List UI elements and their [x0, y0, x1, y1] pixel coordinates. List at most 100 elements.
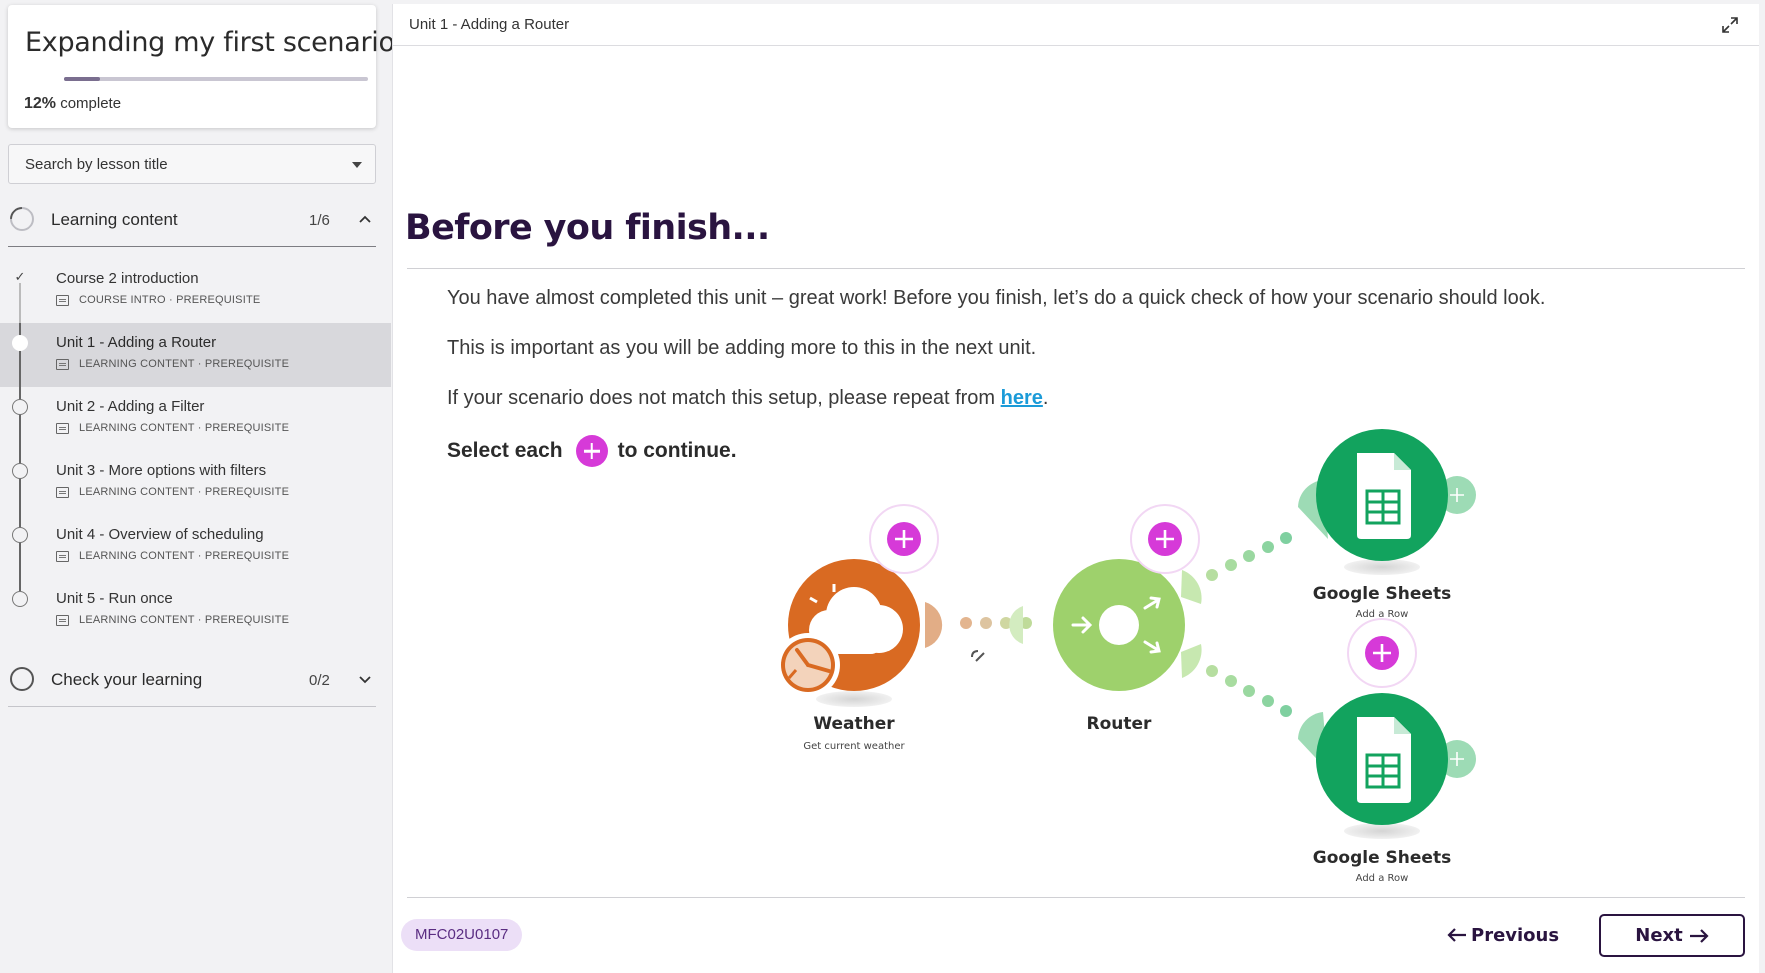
- arrow-right-icon: [1689, 928, 1709, 943]
- content-topbar: Unit 1 - Adding a Router: [393, 4, 1759, 46]
- page-heading: Before you finish...: [405, 208, 770, 248]
- connector-router-sheets-top: [1206, 532, 1292, 581]
- timeline-connector: [19, 451, 21, 515]
- repeat-text-end: .: [1042, 387, 1049, 409]
- footer-divider: [407, 897, 1745, 898]
- lesson-content-panel: Unit 1 - Adding a Router Before you fini…: [392, 4, 1759, 973]
- lesson-meta: LEARNING CONTENT · PREREQUISITE: [56, 358, 289, 370]
- course-sidebar: Expanding my first scenario 12% complete…: [0, 0, 395, 973]
- timeline-connector: [19, 323, 21, 387]
- course-title: Expanding my first scenario: [25, 27, 395, 58]
- timeline-connector: [19, 515, 21, 579]
- google-sheets-module-bottom: [1298, 693, 1476, 839]
- checkmark-icon: ✓: [14, 269, 26, 284]
- scenario-diagram: Weather Get current weather Router Googl…: [776, 429, 1476, 884]
- progress-ring-icon: [5, 202, 39, 236]
- repeat-link[interactable]: here: [1001, 387, 1043, 409]
- lesson-dot-icon: [12, 591, 28, 607]
- router-module: [1009, 559, 1202, 691]
- repeat-text: If your scenario does not match this set…: [447, 387, 1001, 409]
- timeline-connector: [19, 283, 21, 323]
- lesson-meta-text: LEARNING CONTENT · PREREQUISITE: [79, 550, 290, 562]
- expand-icon[interactable]: [1721, 16, 1739, 34]
- lesson-meta: LEARNING CONTENT · PREREQUISITE: [56, 550, 289, 562]
- chevron-down-icon: [359, 676, 371, 684]
- lesson-list: ✓ Course 2 introduction COURSE INTRO · P…: [0, 259, 391, 643]
- progress-bar-fill: [64, 77, 101, 81]
- lesson-title: Unit 4 - Overview of scheduling: [56, 526, 264, 543]
- unit-label: Unit 1 - Adding a Router: [409, 16, 570, 33]
- lesson-item-unit-1[interactable]: Unit 1 - Adding a Router LEARNING CONTEN…: [0, 323, 391, 387]
- lesson-title: Course 2 introduction: [56, 270, 199, 287]
- progress-text: 12% complete: [24, 95, 121, 113]
- sheets-plus-hotspot[interactable]: [1347, 618, 1417, 688]
- section-learning-content[interactable]: Learning content 1/6: [5, 196, 376, 242]
- lesson-meta-text: LEARNING CONTENT · PREREQUISITE: [79, 422, 290, 434]
- progress-percent: 12%: [24, 95, 57, 112]
- heading-divider: [407, 268, 1745, 269]
- timeline-connector: [19, 387, 21, 451]
- chevron-up-icon: [359, 215, 371, 223]
- lesson-dot-icon: [12, 463, 28, 479]
- caret-down-icon: [352, 162, 362, 168]
- section-count: 1/6: [309, 212, 330, 229]
- lesson-meta: LEARNING CONTENT · PREREQUISITE: [56, 486, 289, 498]
- note-paragraph: This is important as you will be adding …: [447, 337, 1037, 359]
- previous-label: Previous: [1471, 924, 1560, 946]
- lesson-dot-icon: [12, 399, 28, 415]
- weather-label: Weather: [813, 714, 895, 734]
- course-progress-card: Expanding my first scenario 12% complete: [8, 5, 395, 128]
- lesson-search-select[interactable]: Search by lesson title: [8, 144, 376, 184]
- section-divider: [8, 706, 376, 707]
- lesson-meta: COURSE INTRO · PREREQUISITE: [56, 294, 260, 306]
- lesson-meta-text: LEARNING CONTENT · PREREQUISITE: [79, 614, 290, 626]
- lesson-meta: LEARNING CONTENT · PREREQUISITE: [56, 422, 289, 434]
- lesson-meta-text: COURSE INTRO · PREREQUISITE: [79, 294, 261, 306]
- connector-router-sheets-bottom: [1206, 665, 1292, 717]
- lesson-title: Unit 2 - Adding a Filter: [56, 398, 205, 415]
- lesson-item-unit-4[interactable]: Unit 4 - Overview of scheduling LEARNING…: [0, 515, 391, 579]
- section-divider: [8, 246, 376, 247]
- document-icon: [56, 294, 69, 306]
- next-button[interactable]: Next: [1599, 914, 1745, 957]
- router-plus-hotspot[interactable]: [1130, 504, 1200, 574]
- intro-paragraph: You have almost completed this unit – gr…: [447, 287, 1546, 309]
- lesson-search-placeholder: Search by lesson title: [25, 156, 168, 173]
- repeat-paragraph: If your scenario does not match this set…: [447, 387, 1048, 410]
- screen-icon: [56, 486, 69, 498]
- wrench-icon: [971, 650, 985, 662]
- previous-button[interactable]: Previous: [1447, 918, 1559, 952]
- instruction-line: Select each to continue.: [447, 435, 737, 467]
- section-check-your-learning[interactable]: Check your learning 0/2: [8, 656, 376, 702]
- lesson-meta: LEARNING CONTENT · PREREQUISITE: [56, 614, 289, 626]
- lesson-title: Unit 3 - More options with filters: [56, 462, 267, 479]
- lesson-meta-text: LEARNING CONTENT · PREREQUISITE: [79, 486, 290, 498]
- lesson-dot-icon: [12, 527, 28, 543]
- lesson-meta-text: LEARNING CONTENT · PREREQUISITE: [79, 358, 290, 370]
- weather-sublabel: Get current weather: [803, 741, 905, 752]
- weather-module: [776, 559, 943, 707]
- progress-suffix: complete: [60, 95, 122, 112]
- screen-icon: [56, 550, 69, 562]
- section-title: Check your learning: [51, 670, 203, 689]
- google-sheets-sublabel-bottom: Add a Row: [1356, 873, 1409, 884]
- instruction-text-end: to continue.: [617, 439, 737, 462]
- timeline-connector: [19, 579, 21, 591]
- lesson-title: Unit 5 - Run once: [56, 590, 173, 607]
- lesson-code-badge: MFC02U0107: [401, 919, 523, 951]
- connector-weather-router: [960, 617, 1032, 629]
- section-count: 0/2: [309, 672, 330, 689]
- screen-icon: [56, 422, 69, 434]
- progress-bar: [64, 77, 368, 81]
- screen-icon: [56, 614, 69, 626]
- google-sheets-label-bottom: Google Sheets: [1313, 848, 1451, 868]
- arrow-left-icon: [1447, 928, 1466, 942]
- screen-icon: [56, 358, 69, 370]
- weather-plus-hotspot[interactable]: [869, 504, 939, 574]
- lesson-item-unit-2[interactable]: Unit 2 - Adding a Filter LEARNING CONTEN…: [0, 387, 391, 451]
- lesson-item-course-intro[interactable]: ✓ Course 2 introduction COURSE INTRO · P…: [0, 259, 391, 323]
- lesson-item-unit-3[interactable]: Unit 3 - More options with filters LEARN…: [0, 451, 391, 515]
- lesson-item-unit-5[interactable]: Unit 5 - Run once LEARNING CONTENT · PRE…: [0, 579, 391, 643]
- plus-circle-icon: [575, 435, 608, 467]
- router-label: Router: [1087, 714, 1153, 734]
